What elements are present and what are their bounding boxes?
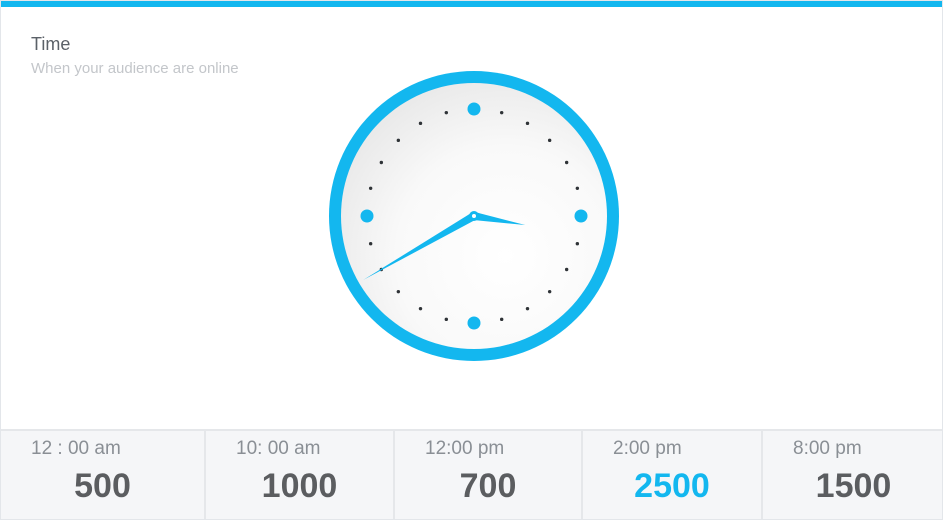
- time-slot-count: 1500: [815, 467, 892, 505]
- clock-minute-tick: [444, 317, 449, 322]
- audience-time-widget: Time When your audience are online 12: …: [0, 0, 943, 520]
- time-slot-5[interactable]: 8:00 pm 1500: [763, 431, 944, 519]
- time-slot-count: 700: [459, 467, 517, 505]
- clock-minute-tick: [575, 186, 580, 191]
- time-slot-time: 8:00 pm: [793, 438, 862, 459]
- time-slot-count: 2500: [634, 467, 710, 505]
- clock-minute-tick: [396, 289, 401, 294]
- clock-hour-marker: [574, 209, 588, 223]
- clock-minute-tick: [418, 306, 423, 311]
- clock-minute-tick: [379, 160, 384, 165]
- clock-icon: [329, 71, 619, 361]
- time-slot-4[interactable]: 2:00 pm 2500: [583, 431, 763, 519]
- clock-minute-tick: [499, 110, 504, 115]
- clock-minute-tick: [396, 138, 401, 143]
- clock-hour-marker: [467, 102, 481, 116]
- clock-minute-tick: [547, 138, 552, 143]
- widget-subtitle: When your audience are online: [31, 60, 239, 77]
- clock-minute-tick: [525, 306, 530, 311]
- time-slot-time: 10: 00 am: [236, 438, 321, 459]
- clock-minute-tick: [368, 241, 373, 246]
- accent-top-bar: [1, 1, 942, 7]
- clock-center-pin: [472, 214, 476, 218]
- clock-minute-tick: [564, 160, 569, 165]
- widget-header: Time When your audience are online: [31, 33, 239, 78]
- clock-minute-tick: [499, 317, 504, 322]
- clock-minute-tick: [418, 121, 423, 126]
- time-slot-time: 12 : 00 am: [31, 438, 121, 459]
- time-slot-time: 2:00 pm: [613, 438, 682, 459]
- time-slot-2[interactable]: 10: 00 am 1000: [206, 431, 395, 519]
- clock-illustration: [319, 63, 629, 373]
- time-slot-1[interactable]: 12 : 00 am 500: [1, 431, 206, 519]
- clock-minute-tick: [368, 186, 373, 191]
- time-slot-time: 12:00 pm: [425, 438, 505, 459]
- time-slot-count: 500: [74, 467, 131, 505]
- clock-minute-tick: [564, 267, 569, 272]
- time-slot-count: 1000: [261, 467, 338, 505]
- clock-hour-marker: [467, 316, 481, 330]
- clock-minute-tick: [575, 241, 580, 246]
- time-slot-stats: 12 : 00 am 500 10: 00 am 1000 12:00 pm 7…: [1, 429, 942, 519]
- clock-minute-tick: [547, 289, 552, 294]
- clock-minute-tick: [444, 110, 449, 115]
- widget-title: Time: [31, 34, 71, 54]
- clock-minute-tick: [525, 121, 530, 126]
- clock-hour-marker: [360, 209, 374, 223]
- time-slot-3[interactable]: 12:00 pm 700: [395, 431, 583, 519]
